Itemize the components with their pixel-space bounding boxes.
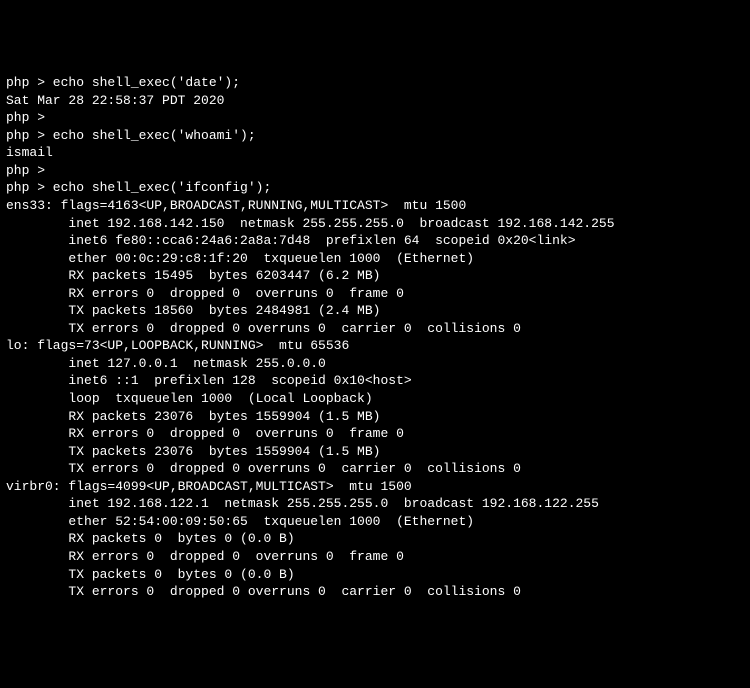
terminal-output[interactable]: php > echo shell_exec('date');Sat Mar 28… <box>6 74 744 600</box>
terminal-line: TX errors 0 dropped 0 overruns 0 carrier… <box>6 460 744 478</box>
terminal-line: ether 52:54:00:09:50:65 txqueuelen 1000 … <box>6 513 744 531</box>
terminal-line: TX packets 18560 bytes 2484981 (2.4 MB) <box>6 302 744 320</box>
terminal-line: TX packets 23076 bytes 1559904 (1.5 MB) <box>6 443 744 461</box>
terminal-line: php > echo shell_exec('whoami'); <box>6 127 744 145</box>
terminal-line: php > <box>6 162 744 180</box>
terminal-line: inet 127.0.0.1 netmask 255.0.0.0 <box>6 355 744 373</box>
terminal-line: inet6 fe80::cca6:24a6:2a8a:7d48 prefixle… <box>6 232 744 250</box>
terminal-line: lo: flags=73<UP,LOOPBACK,RUNNING> mtu 65… <box>6 337 744 355</box>
terminal-line: Sat Mar 28 22:58:37 PDT 2020 <box>6 92 744 110</box>
terminal-line: ens33: flags=4163<UP,BROADCAST,RUNNING,M… <box>6 197 744 215</box>
terminal-line: RX errors 0 dropped 0 overruns 0 frame 0 <box>6 425 744 443</box>
terminal-line: TX errors 0 dropped 0 overruns 0 carrier… <box>6 583 744 601</box>
terminal-line: inet6 ::1 prefixlen 128 scopeid 0x10<hos… <box>6 372 744 390</box>
terminal-line: virbr0: flags=4099<UP,BROADCAST,MULTICAS… <box>6 478 744 496</box>
terminal-line: inet 192.168.122.1 netmask 255.255.255.0… <box>6 495 744 513</box>
terminal-line: inet 192.168.142.150 netmask 255.255.255… <box>6 215 744 233</box>
terminal-line: php > <box>6 109 744 127</box>
terminal-line: RX errors 0 dropped 0 overruns 0 frame 0 <box>6 548 744 566</box>
terminal-line: RX packets 15495 bytes 6203447 (6.2 MB) <box>6 267 744 285</box>
terminal-line: RX errors 0 dropped 0 overruns 0 frame 0 <box>6 285 744 303</box>
terminal-line: RX packets 23076 bytes 1559904 (1.5 MB) <box>6 408 744 426</box>
terminal-line: php > echo shell_exec('date'); <box>6 74 744 92</box>
terminal-line: TX errors 0 dropped 0 overruns 0 carrier… <box>6 320 744 338</box>
terminal-line: ismail <box>6 144 744 162</box>
terminal-line: ether 00:0c:29:c8:1f:20 txqueuelen 1000 … <box>6 250 744 268</box>
terminal-line: RX packets 0 bytes 0 (0.0 B) <box>6 530 744 548</box>
terminal-line: loop txqueuelen 1000 (Local Loopback) <box>6 390 744 408</box>
terminal-line: php > echo shell_exec('ifconfig'); <box>6 179 744 197</box>
terminal-line: TX packets 0 bytes 0 (0.0 B) <box>6 566 744 584</box>
